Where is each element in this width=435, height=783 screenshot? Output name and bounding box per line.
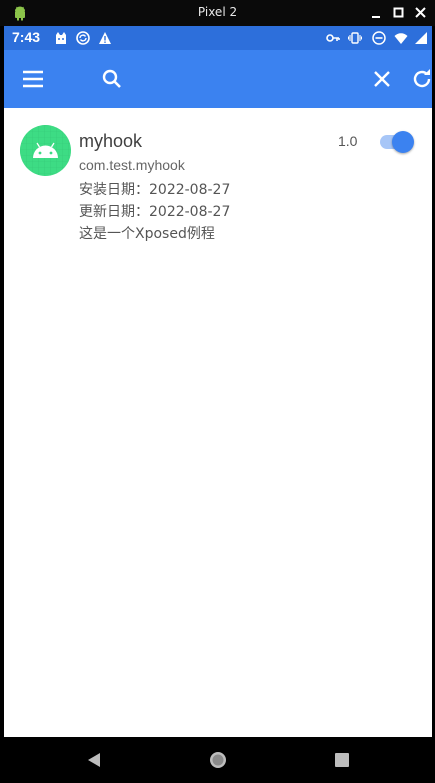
navigation-bar [4,737,432,783]
app-bar [4,50,432,108]
back-icon[interactable] [84,750,104,770]
vibrate-icon [348,32,362,44]
module-list: myhook com.test.myhook 安装日期：2022-08-27 更… [4,108,432,737]
emulator-title-bar: Pixel 2 [0,0,435,26]
module-name: myhook [79,131,143,151]
module-package: com.test.myhook [79,157,185,173]
maximize-icon [393,7,404,18]
switch-thumb [392,131,414,153]
close-window-button[interactable] [411,3,431,23]
menu-icon[interactable] [21,67,45,91]
module-description: 这是一个Xposed例程 [79,226,215,242]
search-icon[interactable] [100,67,124,91]
status-bar: 7:43 [4,26,432,50]
key-icon [326,34,340,42]
minimize-icon [372,16,380,18]
phone-screen: 7:43 myhook com.test.myhook 安装日期：2022-08… [4,26,432,783]
list-item[interactable]: myhook com.test.myhook 安装日期：2022-08-27 更… [4,122,432,242]
wifi-icon [394,33,408,44]
android-icon [20,125,71,176]
recents-icon[interactable] [332,750,352,770]
install-date: 安装日期：2022-08-27 [79,182,231,198]
signal-icon [415,32,427,44]
minimize-button[interactable] [367,3,387,23]
update-date: 更新日期：2022-08-27 [79,204,231,220]
module-enable-switch[interactable] [378,128,414,156]
home-icon[interactable] [208,750,228,770]
do-not-disturb-icon [372,31,386,45]
close-icon [415,7,426,18]
maximize-button[interactable] [389,3,409,23]
status-time: 7:43 [12,29,41,45]
sync-icon [76,31,90,45]
cat-icon [56,32,66,44]
app-icon [20,125,71,176]
clear-icon[interactable] [370,67,394,91]
refresh-icon[interactable] [410,67,432,91]
warning-icon [99,32,111,44]
module-version: 1.0 [338,133,358,149]
